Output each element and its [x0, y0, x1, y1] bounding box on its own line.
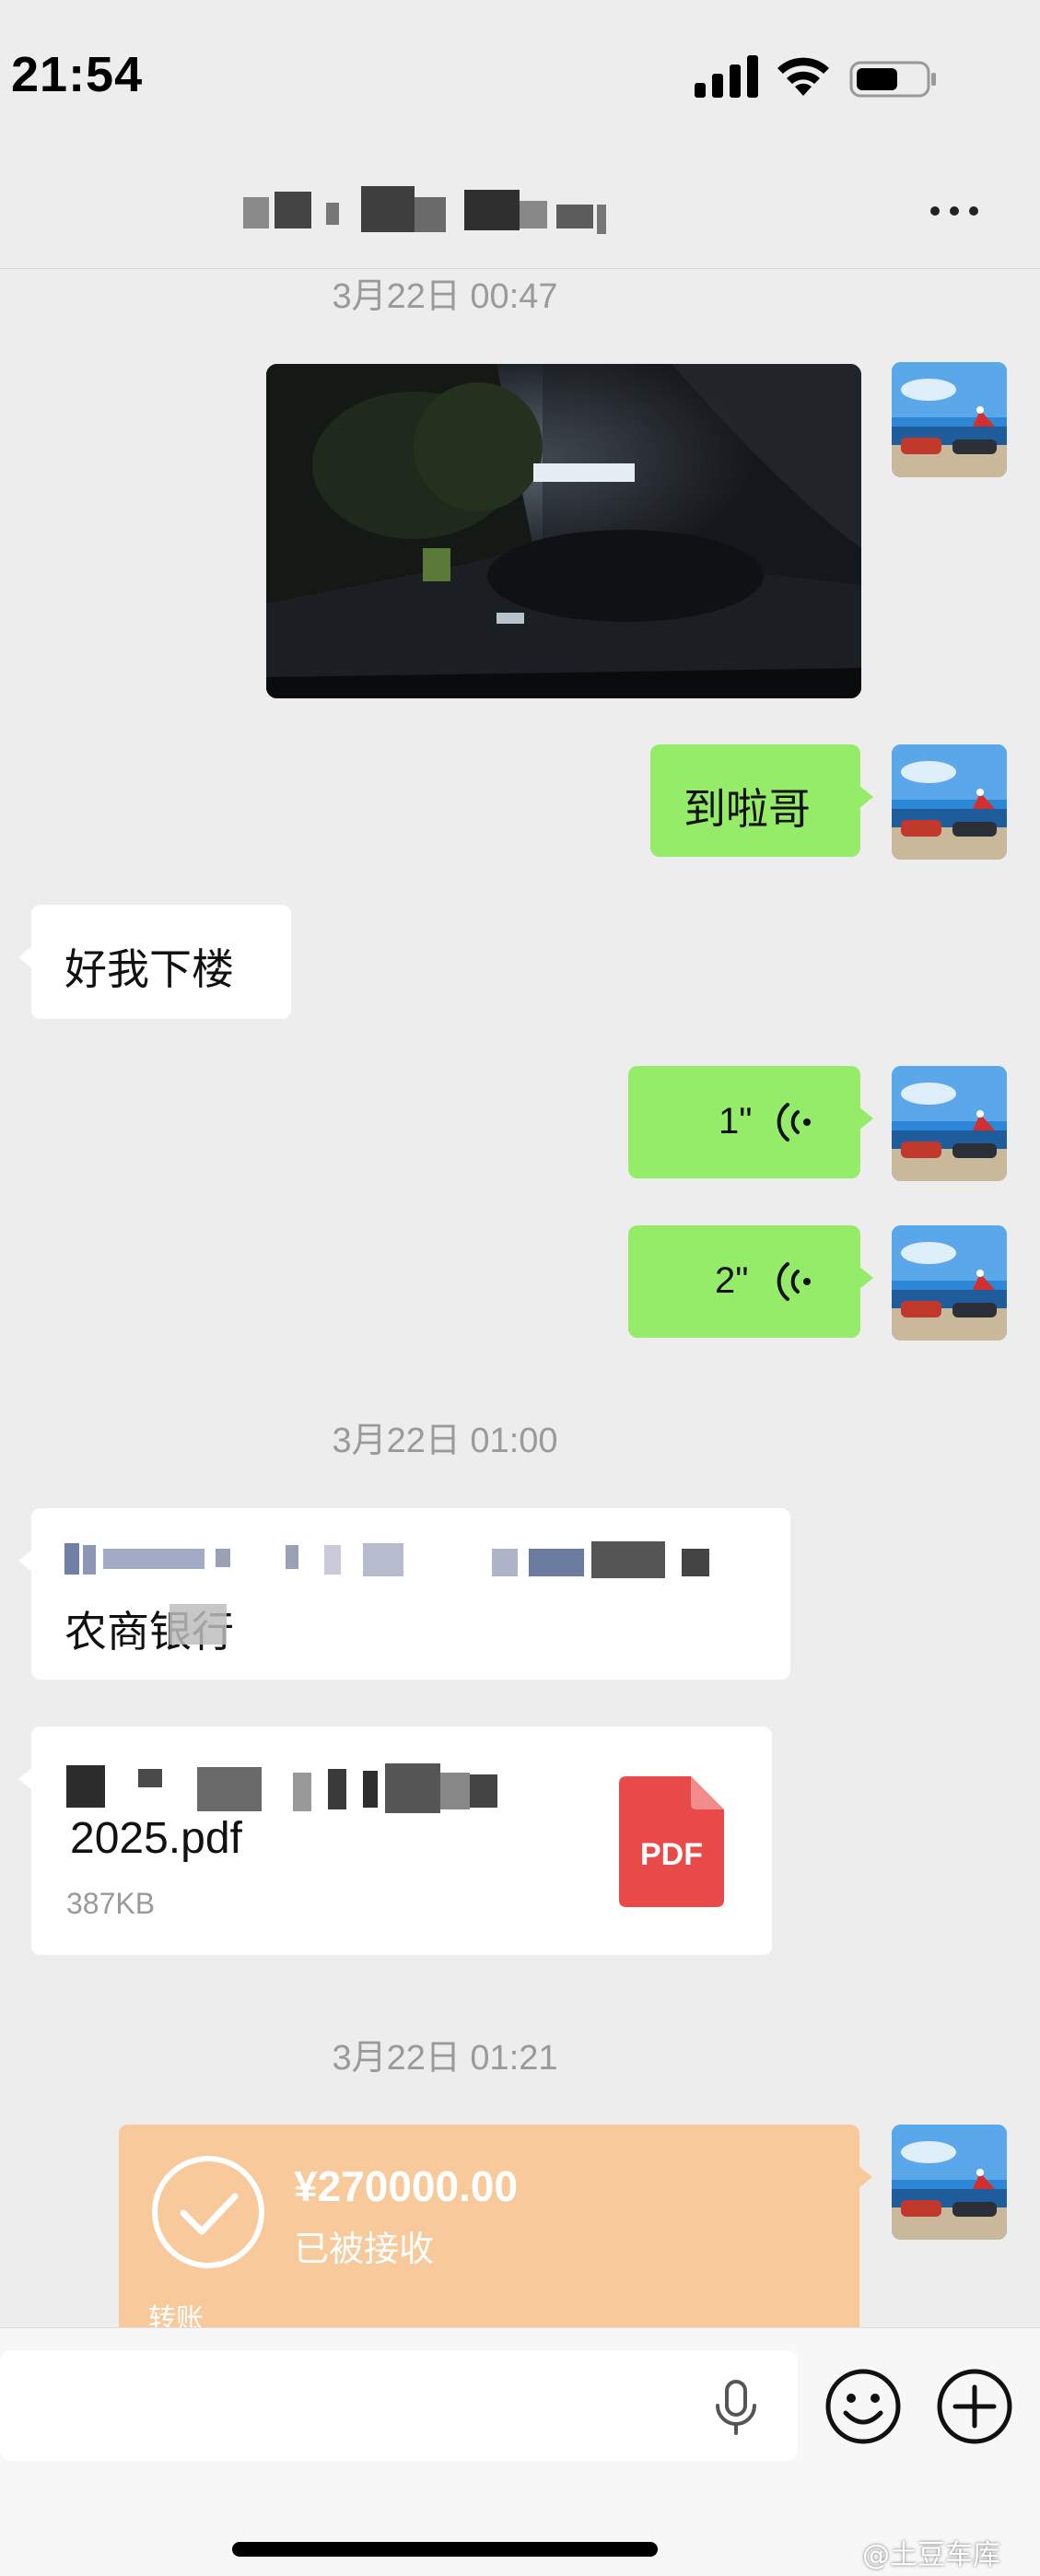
microphone-icon[interactable] — [711, 2380, 761, 2437]
file-name: 2025.pdf — [70, 1814, 242, 1863]
more-icon[interactable] — [930, 197, 993, 225]
status-bar: 21:54 — [0, 0, 1040, 157]
transfer-amount: ¥270000.00 — [294, 2162, 519, 2210]
battery-icon — [849, 61, 936, 98]
message-bubble-outgoing[interactable]: 到啦哥 — [650, 744, 873, 857]
my-avatar[interactable] — [892, 744, 1007, 860]
voice-duration: 1" — [719, 1101, 753, 1142]
wifi-icon — [777, 57, 829, 96]
watermark: @土豆车库 — [862, 2539, 1000, 2571]
transfer-status: 已被接收 — [294, 2229, 435, 2269]
chat-title-redacted — [243, 186, 639, 238]
night-street-image — [266, 364, 861, 698]
plus-icon[interactable] — [935, 2367, 1014, 2446]
voice-duration: 2" — [715, 1260, 749, 1301]
check-icon — [152, 2156, 264, 2268]
voice-message-2[interactable]: 2" — [628, 1225, 873, 1338]
voice-wave-icon — [777, 1103, 811, 1142]
my-avatar[interactable] — [892, 362, 1007, 477]
message-text: 好我下楼 — [64, 944, 234, 994]
timestamp: 3月22日 01:21 — [332, 2039, 558, 2078]
signal-icon — [695, 55, 758, 98]
file-size: 387KB — [66, 1887, 156, 1920]
timestamp: 3月22日 01:00 — [332, 1422, 558, 1460]
voice-wave-icon — [777, 1262, 811, 1301]
message-bubble-incoming[interactable]: 好我下楼 — [18, 905, 291, 1019]
home-indicator[interactable] — [232, 2542, 658, 2557]
transfer-card[interactable]: ¥270000.00 已被接收 转账 — [119, 2125, 872, 2336]
voice-message-1[interactable]: 1" — [628, 1066, 873, 1178]
message-input[interactable] — [0, 2350, 798, 2461]
my-avatar[interactable] — [892, 2125, 1007, 2240]
photo-message[interactable] — [266, 364, 861, 698]
emoji-icon[interactable] — [824, 2367, 903, 2446]
chat-header — [0, 157, 1040, 269]
pdf-label: PDF — [640, 1837, 703, 1872]
message-text: 到啦哥 — [684, 784, 811, 834]
my-avatar[interactable] — [892, 1066, 1007, 1181]
timestamp: 3月22日 00:47 — [332, 277, 558, 316]
status-time: 21:54 — [11, 47, 144, 102]
bank-info-message[interactable]: 农商银行 — [18, 1508, 790, 1680]
my-avatar[interactable] — [892, 1225, 1007, 1341]
